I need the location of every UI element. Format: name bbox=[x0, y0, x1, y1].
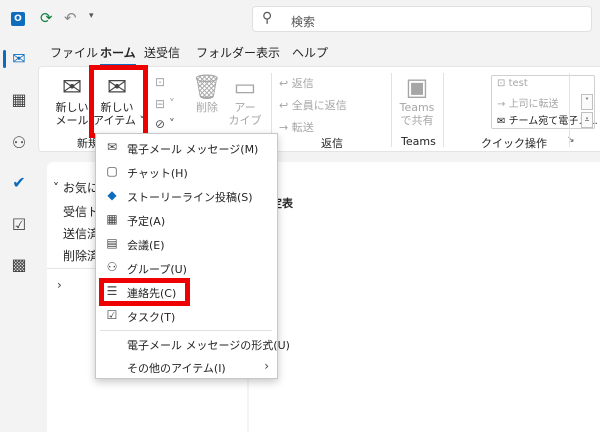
quickstep-item[interactable]: → 上司に転送 bbox=[497, 95, 559, 110]
menu-item-storyline[interactable]: ◆ ストーリーライン投稿(S) bbox=[96, 185, 277, 207]
tab-home[interactable]: ホーム bbox=[100, 44, 136, 66]
folder-item-inbox[interactable]: 受信ト bbox=[63, 203, 99, 220]
reply-button[interactable]: ↩ 返信 bbox=[279, 75, 314, 91]
quickstep-item[interactable]: ⊡ test bbox=[497, 78, 528, 89]
quickstep-scroll-down-icon[interactable]: ˅ bbox=[581, 94, 593, 110]
quickstep-expand-icon[interactable]: ⩡ bbox=[581, 112, 593, 128]
teams-icon: ▣ bbox=[405, 73, 429, 101]
group-separator bbox=[569, 73, 570, 147]
trash-icon: 🗑 bbox=[191, 73, 223, 101]
group-label-quick-steps: クイック操作 bbox=[481, 137, 547, 150]
customize-toolbar-icon[interactable]: ▾ bbox=[89, 11, 94, 21]
task-icon: ☑ bbox=[106, 308, 118, 322]
search-input[interactable]: 検索 bbox=[291, 13, 315, 30]
folder-item-sent[interactable]: 送信済 bbox=[63, 225, 99, 242]
chevron-right-icon: › bbox=[264, 359, 269, 373]
share-to-teams-button[interactable]: ▣ Teams で共有 bbox=[395, 73, 439, 127]
cleanup-icon[interactable]: ⊟ ˅ bbox=[155, 97, 175, 111]
new-items-dropdown: ✉ 電子メール メッセージ(M) ▢ チャット(H) ◆ ストーリーライン投稿(… bbox=[95, 133, 290, 379]
quick-steps-gallery[interactable]: ⊡ test → 上司に転送 ✉ チーム宛て電子メ... ˅ ⩡ bbox=[491, 75, 598, 129]
chat-icon: ▢ bbox=[106, 164, 118, 178]
group-separator bbox=[443, 73, 444, 147]
message-list: 定表 bbox=[249, 162, 600, 432]
tab-send-receive[interactable]: 送受信 bbox=[144, 44, 180, 61]
title-bar: O ⟳ ↶ ▾ ⚲ 検索 bbox=[0, 0, 600, 38]
archive-icon: ▭ bbox=[233, 73, 257, 101]
calendar-icon: ▦ bbox=[106, 212, 118, 226]
todo-nav-icon[interactable]: ✔ bbox=[0, 168, 38, 198]
navigation-rail: ✉ ▦ ⚇ ✔ ☑ ▩ bbox=[0, 38, 38, 432]
search-box[interactable]: ⚲ 検索 bbox=[252, 6, 592, 32]
tab-view[interactable]: 表示 bbox=[256, 44, 280, 61]
menu-item-appointment[interactable]: ▦ 予定(A) bbox=[96, 209, 277, 231]
meeting-icon: ▤ bbox=[106, 236, 118, 250]
menu-item-other-items[interactable]: その他のアイテム(I) › bbox=[96, 356, 277, 378]
tab-file[interactable]: ファイル bbox=[50, 44, 98, 61]
group-icon: ⚇ bbox=[106, 260, 118, 274]
tab-folder[interactable]: フォルダー bbox=[196, 44, 256, 61]
calendar-nav-icon[interactable]: ▦ bbox=[0, 85, 38, 115]
send-receive-icon[interactable]: ⟳ bbox=[40, 9, 53, 27]
group-label-respond: 返信 bbox=[321, 137, 343, 150]
storyline-icon: ◆ bbox=[107, 188, 117, 202]
tasks-nav-icon[interactable]: ☑ bbox=[0, 210, 38, 240]
archive-button[interactable]: ▭ アー カイブ bbox=[225, 73, 265, 127]
search-icon: ⚲ bbox=[262, 10, 273, 26]
junk-icon[interactable]: ⊘ ˅ bbox=[155, 117, 175, 131]
menu-item-task[interactable]: ☑ タスク(T) bbox=[96, 305, 277, 327]
people-nav-icon[interactable]: ⚇ bbox=[0, 128, 38, 158]
mail-nav-icon[interactable]: ✉ bbox=[0, 44, 38, 74]
mail-icon: ✉ bbox=[106, 140, 118, 154]
chevron-right-icon: › bbox=[264, 336, 269, 350]
menu-divider bbox=[100, 330, 272, 331]
menu-item-email[interactable]: ✉ 電子メール メッセージ(M) bbox=[96, 137, 277, 159]
undo-icon[interactable]: ↶ bbox=[64, 9, 77, 27]
folder-item-deleted[interactable]: 削除済 bbox=[63, 247, 99, 264]
forward-button[interactable]: → 転送 bbox=[279, 119, 314, 135]
menu-item-chat[interactable]: ▢ チャット(H) bbox=[96, 161, 277, 183]
highlight-contact bbox=[99, 278, 190, 306]
favorites-header[interactable]: ˅ お気に bbox=[53, 179, 99, 196]
chevron-right-icon[interactable]: › bbox=[57, 278, 62, 292]
menu-item-group[interactable]: ⚇ グループ(U) bbox=[96, 257, 277, 279]
highlight-new-items bbox=[89, 65, 148, 138]
delete-button[interactable]: 🗑 削除 bbox=[187, 73, 227, 114]
outlook-logo-icon: O bbox=[11, 12, 25, 26]
group-label-teams: Teams bbox=[401, 135, 436, 148]
menu-item-meeting[interactable]: ▤ 会議(E) bbox=[96, 233, 277, 255]
reply-all-button[interactable]: ↩ 全員に返信 bbox=[279, 97, 347, 113]
group-separator bbox=[391, 73, 392, 147]
tab-help[interactable]: ヘルプ bbox=[292, 44, 328, 61]
apps-nav-icon[interactable]: ▩ bbox=[0, 250, 38, 280]
menu-item-message-format[interactable]: 電子メール メッセージの形式(U) › bbox=[96, 333, 290, 355]
ignore-icon[interactable]: ⊡ bbox=[155, 75, 165, 89]
